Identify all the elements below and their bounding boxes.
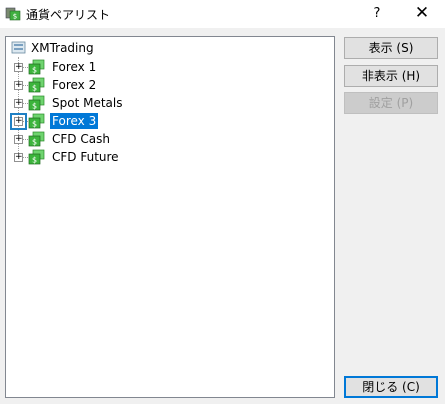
tree-item-label: Forex 2: [52, 78, 97, 92]
app-icon: $: [5, 7, 21, 21]
folder-dollar-icon: $: [28, 149, 45, 165]
svg-text:$: $: [13, 13, 17, 21]
svg-text:$: $: [32, 120, 37, 129]
expand-toggle[interactable]: +: [14, 99, 23, 108]
svg-text:$: $: [32, 84, 37, 93]
symbol-tree[interactable]: XMTrading + $ Forex 1 + $ Forex 2 + $ Spot Metal…: [5, 36, 335, 398]
svg-text:$: $: [32, 66, 37, 75]
svg-text:$: $: [32, 102, 37, 111]
tree-item-label: Spot Metals: [52, 96, 123, 110]
hide-button[interactable]: 非表示 (H): [344, 65, 438, 87]
server-icon: [11, 41, 26, 54]
folder-dollar-icon: $: [28, 131, 45, 147]
svg-text:$: $: [32, 138, 37, 147]
close-window-button[interactable]: ✕: [404, 0, 440, 28]
folder-dollar-icon: $: [28, 59, 45, 75]
expand-toggle[interactable]: +: [14, 153, 23, 162]
tree-connector: [18, 57, 19, 161]
title-bar: $ 通貨ペアリスト ? ✕: [0, 0, 445, 28]
tree-root-label: XMTrading: [31, 41, 94, 55]
svg-text:$: $: [32, 156, 37, 165]
tree-item-label: Forex 3: [50, 113, 99, 129]
show-button[interactable]: 表示 (S): [344, 37, 438, 59]
folder-dollar-icon: $: [28, 113, 45, 129]
settings-button[interactable]: 設定 (P): [344, 92, 438, 114]
folder-dollar-icon: $: [28, 77, 45, 93]
expand-toggle[interactable]: +: [10, 113, 27, 130]
folder-dollar-icon: $: [28, 95, 45, 111]
expand-toggle[interactable]: +: [14, 135, 23, 144]
tree-item-label: Forex 1: [52, 60, 97, 74]
help-button[interactable]: ?: [365, 0, 389, 28]
tree-item-label: CFD Cash: [52, 132, 110, 146]
expand-toggle[interactable]: +: [14, 63, 23, 72]
window-title: 通貨ペアリスト: [26, 8, 111, 22]
expand-toggle[interactable]: +: [14, 81, 23, 90]
close-button[interactable]: 閉じる (C): [344, 376, 438, 398]
tree-item-label: CFD Future: [52, 150, 119, 164]
